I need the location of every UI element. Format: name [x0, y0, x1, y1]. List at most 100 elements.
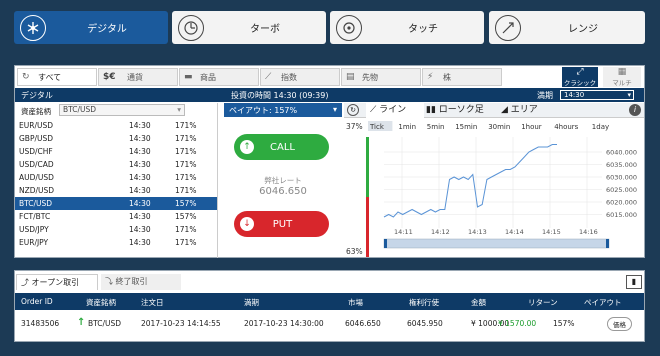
grid-icon: ▦ [617, 67, 627, 77]
chart-navigator [383, 238, 610, 249]
interval-button[interactable]: 5min [427, 123, 445, 131]
y-tick-label: 6030.000 [606, 174, 637, 182]
chart-refresh-icon[interactable]: ↻ [347, 104, 359, 116]
tab-range[interactable]: レンジ [489, 11, 645, 44]
asset-row[interactable]: BTC/USD 14:30 157% [15, 197, 217, 210]
y-tick-label: 6015.000 [606, 211, 637, 219]
category-currency[interactable]: $€ 通貨 [98, 68, 178, 86]
arrow-up-icon: ↑ [240, 140, 254, 154]
asset-row[interactable]: USD/CHF 14:30 171% [15, 145, 217, 158]
table-row: 31483506 BTC/USD 2017-10-23 14:14:55 2017-1… [15, 312, 644, 334]
category-index[interactable]: ⟋ 指数 [260, 68, 340, 86]
asset-payout: 157% [175, 212, 197, 221]
index-icon: ⟋ [265, 72, 272, 82]
asset-row[interactable]: EUR/JPY 14:30 171% [15, 236, 217, 249]
category-futures[interactable]: ▤ 先物 [341, 68, 421, 86]
asset-filter-value: BTC/USD [63, 105, 97, 114]
category-stock[interactable]: ⚡ 株 [422, 68, 502, 86]
asset-payout: 171% [175, 121, 197, 130]
asset-filter-select[interactable]: BTC/USD ▾ [59, 104, 185, 116]
futures-icon: ▤ [346, 72, 355, 82]
tab-touch[interactable]: タッチ [330, 11, 484, 44]
open-trades-icon: ⤴ [21, 278, 32, 287]
chevron-down-icon: ▾ [627, 91, 631, 99]
stats-icon[interactable]: ▮ [626, 275, 642, 289]
area-chart-icon: ◢ [501, 105, 511, 115]
column-header: 資産銘柄 [86, 298, 116, 307]
price-button[interactable]: 価格 [607, 317, 632, 331]
candle-icon: ▮▮ [426, 105, 439, 115]
tab-digital-label: デジタル [87, 24, 127, 35]
cell-strike: 6045.950 [407, 319, 443, 328]
asset-row[interactable]: USD/CAD 14:30 171% [15, 158, 217, 171]
put-button[interactable]: ↓ PUT [234, 211, 329, 237]
asset-row[interactable]: NZD/USD 14:30 171% [15, 184, 217, 197]
asset-time: 14:30 [129, 186, 151, 195]
closed-trades-icon: ⤵ [105, 277, 116, 286]
tab-closed-trades[interactable]: ⤵ 終了取引 [101, 274, 181, 290]
chart-tab-candle[interactable]: ▮▮ ローソク足 [426, 103, 498, 118]
asset-row[interactable]: EUR/USD 14:30 171% [15, 119, 217, 132]
x-tick-label: 14:16 [579, 228, 598, 236]
expiry-select[interactable]: 14:30 ▾ [560, 90, 634, 100]
tab-touch-label: タッチ [408, 24, 438, 35]
invest-time: 投資の時間 14:30 (09:39) [231, 91, 329, 100]
cell-asset: BTC/USD [88, 319, 122, 328]
call-label: CALL [270, 141, 295, 153]
category-stock-label: 株 [443, 72, 451, 82]
trades-table-header: Order ID 資産銘柄 注文日 満期 市場 権利行使 金額 リターン ペイアウト [15, 293, 644, 310]
commodity-icon: ▬ [184, 72, 193, 82]
open-trades-label: オープン取引 [31, 278, 80, 287]
asset-payout: 171% [175, 225, 197, 234]
asset-name: USD/JPY [19, 225, 49, 234]
turbo-icon [178, 14, 204, 41]
info-icon[interactable]: i [629, 104, 641, 116]
price-line [383, 144, 557, 218]
tab-turbo-label: ターボ [250, 24, 280, 35]
cell-market: 6046.650 [345, 319, 381, 328]
interval-button[interactable]: 15min [455, 123, 477, 131]
interval-button[interactable]: 1min [398, 123, 416, 131]
trades-panel: ⤴ オープン取引 ⤵ 終了取引 ▮ Order ID 資産銘柄 注文日 満期 市場 権利行… [14, 270, 645, 342]
classic-label: クラシック [563, 79, 597, 87]
x-tick-label: 14:13 [468, 228, 487, 236]
expiry-value: 14:30 [564, 91, 585, 99]
category-all[interactable]: ↻ すべて [17, 68, 97, 86]
asset-name: USD/CHF [19, 147, 53, 156]
classic-icon: ⤢ [576, 67, 584, 77]
column-header: 市場 [348, 298, 363, 307]
tab-turbo[interactable]: ターボ [172, 11, 326, 44]
view-multi-button[interactable]: ▦ マルチ [603, 67, 641, 87]
chart-tab-candle-label: ローソク足 [438, 105, 484, 115]
column-header: 注文日 [141, 298, 164, 307]
sentiment-down-bar [366, 197, 369, 257]
view-classic-button[interactable]: ⤢ クラシック [562, 67, 598, 87]
asset-row[interactable]: AUD/USD 14:30 171% [15, 171, 217, 184]
tab-open-trades[interactable]: ⤴ オープン取引 [16, 274, 98, 290]
put-label: PUT [272, 218, 293, 230]
asset-name: EUR/JPY [19, 238, 49, 247]
interval-button[interactable]: 30min [488, 123, 510, 131]
x-tick-label: 14:12 [431, 228, 450, 236]
asset-row[interactable]: USD/JPY 14:30 171% [15, 223, 217, 236]
navigator-handle [606, 239, 609, 248]
asset-payout: 171% [175, 160, 197, 169]
payout-select[interactable]: ペイアウト: 157% ▾ [224, 103, 342, 117]
asset-time: 14:30 [129, 147, 151, 156]
interval-button[interactable]: 1hour [521, 123, 542, 131]
tab-digital[interactable]: デジタル [14, 11, 168, 44]
interval-button[interactable]: 1day [592, 123, 609, 131]
category-index-label: 指数 [281, 72, 297, 82]
chart-tab-line[interactable]: ⟋ ライン [366, 103, 424, 118]
interval-button[interactable]: Tick [369, 123, 385, 131]
category-commodity[interactable]: ▬ 商品 [179, 68, 259, 86]
call-button[interactable]: ↑ CALL [234, 134, 329, 160]
chart-tab-area[interactable]: ◢ エリア [501, 103, 561, 118]
asset-list: 資産銘柄 BTC/USD ▾ EUR/USD 14:30 171% GBP/USD 14… [15, 103, 218, 258]
asset-filter-row: 資産銘柄 BTC/USD ▾ [15, 104, 217, 117]
y-tick-label: 6040.000 [606, 149, 637, 157]
digital-icon [20, 14, 46, 41]
interval-button[interactable]: 4hours [554, 123, 578, 131]
asset-row[interactable]: GBP/USD 14:30 171% [15, 132, 217, 145]
asset-row[interactable]: FCT/BTC 14:30 157% [15, 210, 217, 223]
